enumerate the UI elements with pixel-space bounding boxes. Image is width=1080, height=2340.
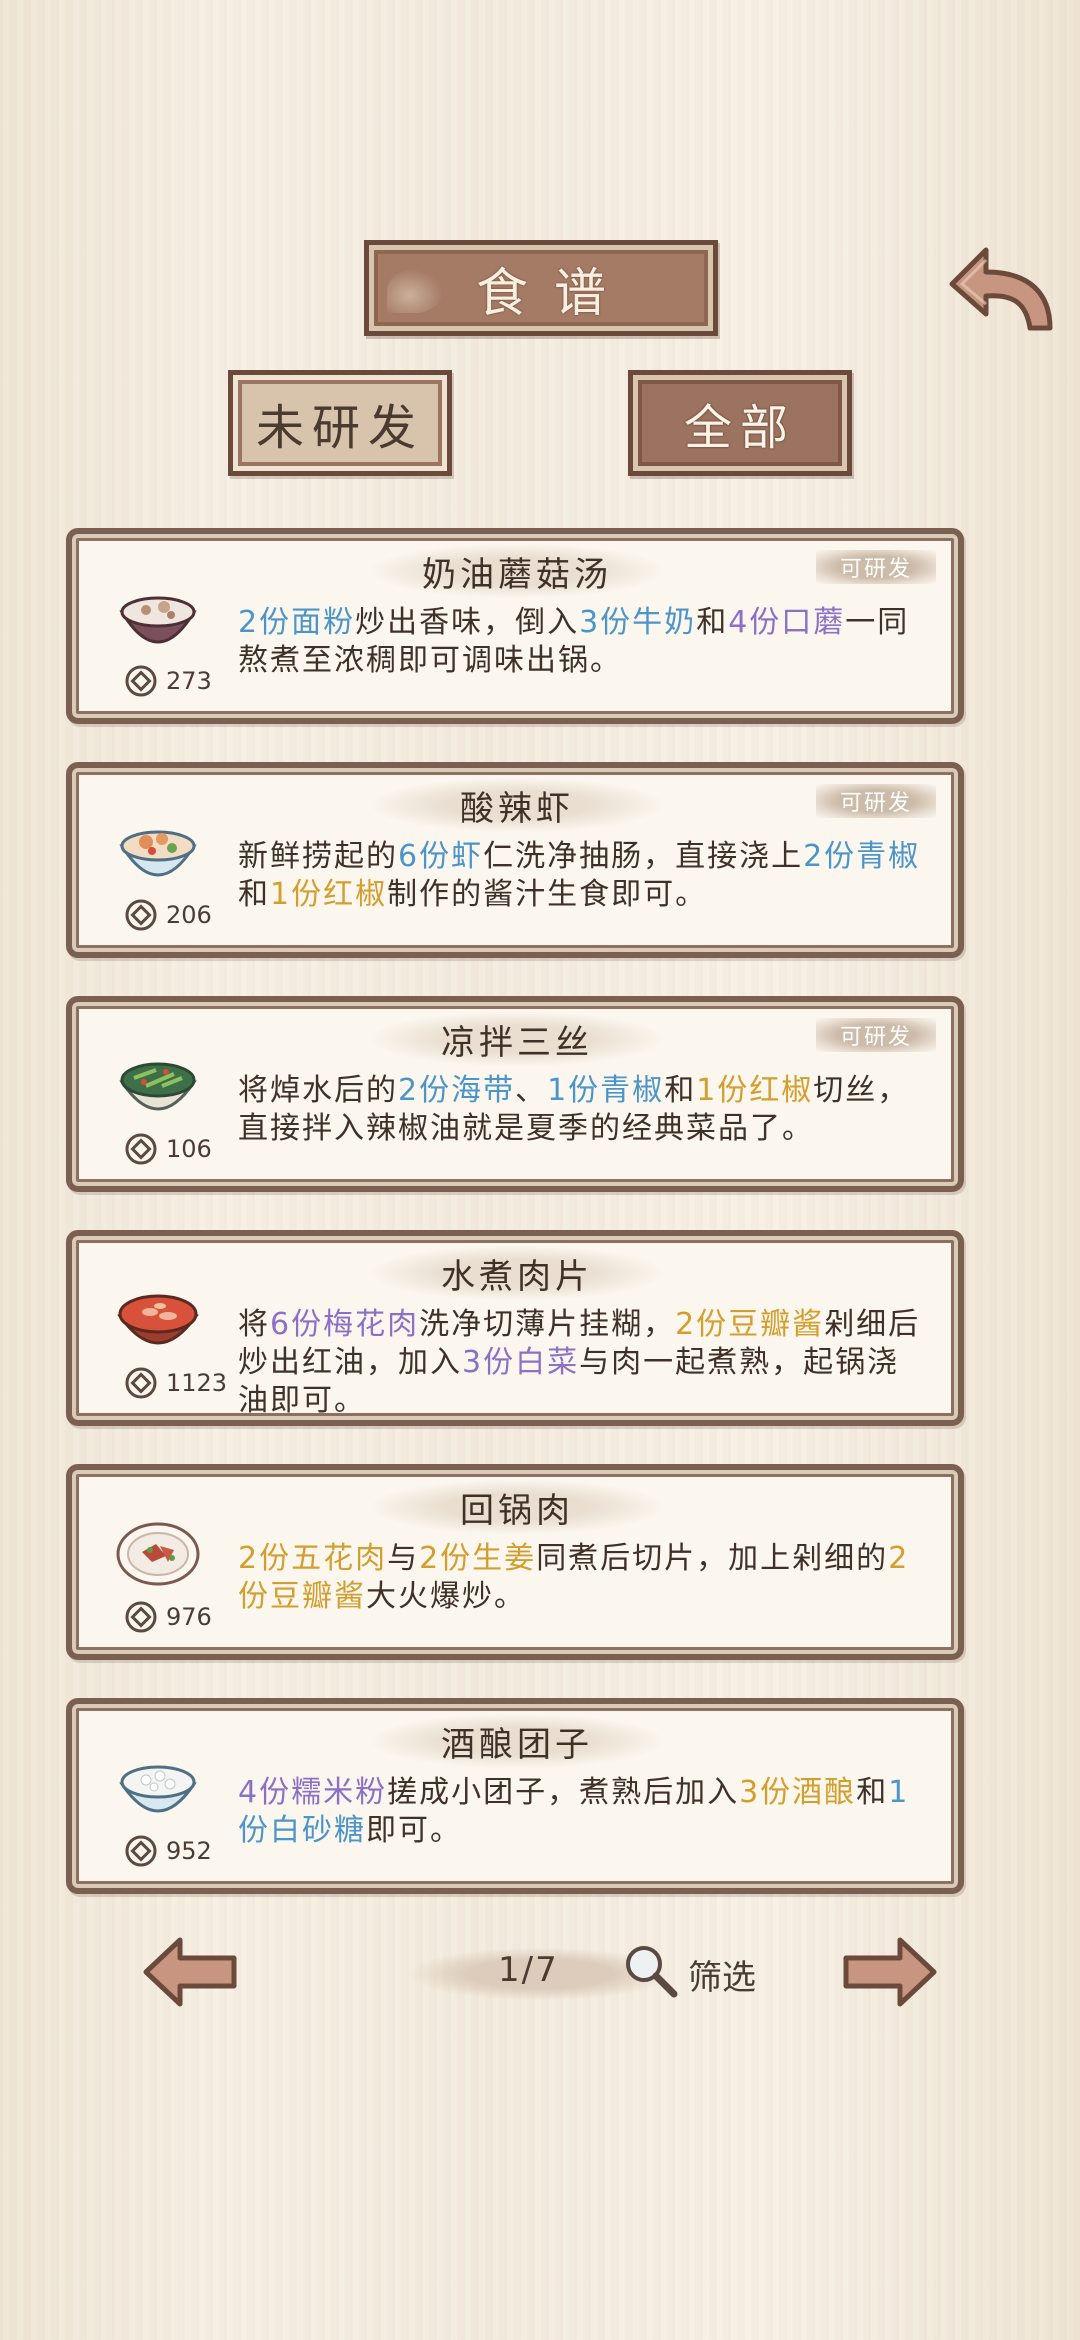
back-arrow-icon[interactable] <box>946 240 1058 340</box>
boiled-pork-icon <box>117 1294 199 1345</box>
recipe-title-band: 凉拌三丝 <box>372 1012 662 1066</box>
recipe-card[interactable]: 奶油蘑菇汤 可研发 273 2份面粉炒出香味，倒入3份牛奶和4份口蘑一同熬煮至浓… <box>66 528 964 724</box>
description-text: 与 <box>387 1541 420 1576</box>
recipe-title-band: 酒酿团子 <box>372 1714 662 1768</box>
description-text: 同煮后切片，加上剁细的 <box>536 1541 889 1576</box>
recipe-card[interactable]: 酸辣虾 可研发 206 新鲜捞起的6份虾仁洗净抽肠，直接浇上2份青椒和1份红椒制… <box>66 762 964 958</box>
recipe-name: 回锅肉 <box>460 1490 574 1531</box>
magnifier-icon[interactable] <box>620 1940 680 2000</box>
recipe-card[interactable]: 水煮肉片 1123 将6份梅花肉洗净切薄片挂糊，2份豆瓣酱剁细后炒出红油，加入3… <box>66 1230 964 1426</box>
price-value: 206 <box>166 901 212 929</box>
recipe-card[interactable]: 回锅肉 976 2份五花肉与2份生姜同煮后切片，加上剁细的2份豆瓣酱大火爆炒。 <box>66 1464 964 1660</box>
description-text: 将焯水后的 <box>238 1073 398 1108</box>
recipe-title-band: 酸辣虾 <box>372 778 662 832</box>
ingredient-highlight: 3份白菜 <box>462 1345 580 1380</box>
ingredient-highlight: 6份梅花肉 <box>270 1307 420 1342</box>
recipe-description: 将6份梅花肉洗净切薄片挂糊，2份豆瓣酱剁细后炒出红油，加入3份白菜与肉一起煮熟，… <box>238 1306 928 1420</box>
coin-icon <box>125 665 157 697</box>
rice-dumpling-icon <box>119 1765 197 1813</box>
description-text: 新鲜捞起的 <box>238 839 398 874</box>
recipe-name: 酒酿团子 <box>441 1724 593 1765</box>
next-page-arrow-icon[interactable] <box>840 1934 940 2010</box>
recipe-list: 奶油蘑菇汤 可研发 273 2份面粉炒出香味，倒入3份牛奶和4份口蘑一同熬煮至浓… <box>66 528 964 1932</box>
recipe-description: 2份面粉炒出香味，倒入3份牛奶和4份口蘑一同熬煮至浓稠即可调味出锅。 <box>238 604 928 680</box>
recipe-card[interactable]: 酒酿团子 952 4份糯米粉搓成小团子，煮熟后加入3份酒酿和1份白砂糖即可。 <box>66 1698 964 1894</box>
researchable-badge: 可研发 <box>816 1018 936 1052</box>
price-value: 273 <box>166 667 212 695</box>
coin-icon <box>125 1133 157 1165</box>
price-value: 976 <box>166 1603 212 1631</box>
description-text: 、 <box>515 1073 548 1108</box>
coin-icon <box>125 1601 157 1633</box>
coin-icon <box>125 1367 157 1399</box>
description-text: 和 <box>664 1073 697 1108</box>
page-title: 食谱 <box>475 263 632 324</box>
recipe-card[interactable]: 凉拌三丝 可研发 106 将焯水后的2份海带、1份青椒和1份红椒切丝，直接拌入辣… <box>66 996 964 1192</box>
price-value: 106 <box>166 1135 212 1163</box>
recipe-name: 凉拌三丝 <box>441 1022 593 1063</box>
twice-cooked-pork-icon <box>116 1522 200 1586</box>
recipe-title-band: 奶油蘑菇汤 <box>372 544 662 598</box>
recipe-description: 新鲜捞起的6份虾仁洗净抽肠，直接浇上2份青椒和1份红椒制作的酱汁生食即可。 <box>238 838 928 914</box>
description-text: 仁洗净抽肠，直接浇上 <box>483 839 804 874</box>
recipe-name: 酸辣虾 <box>460 788 574 829</box>
ingredient-highlight: 3份酒酿 <box>739 1775 857 1810</box>
description-text: 将 <box>238 1307 270 1342</box>
description-text: 制作的酱汁生食即可。 <box>387 877 708 912</box>
description-text: 和 <box>696 605 729 640</box>
cold-salad-icon <box>119 1062 197 1111</box>
previous-page-arrow-icon[interactable] <box>140 1934 240 2010</box>
coin-icon <box>125 899 157 931</box>
description-text: 洗净切薄片挂糊， <box>419 1307 676 1342</box>
ingredient-highlight: 2份生姜 <box>419 1541 537 1576</box>
ingredient-highlight: 2份豆瓣酱 <box>675 1307 825 1342</box>
researchable-badge: 可研发 <box>816 550 936 584</box>
description-text: 和 <box>856 1775 889 1810</box>
recipe-name: 水煮肉片 <box>441 1256 593 1297</box>
coin-icon <box>125 1835 157 1867</box>
researchable-badge: 可研发 <box>816 784 936 818</box>
recipe-book-title-plaque: 食谱 <box>364 240 718 336</box>
description-text: 大火爆炒。 <box>366 1579 526 1614</box>
page-indicator: 1/7 <box>498 1950 559 1990</box>
ingredient-highlight: 2份海带 <box>398 1073 516 1108</box>
pagination-bar: 1/7 筛选 <box>0 1930 1080 2020</box>
price-value: 1123 <box>166 1369 228 1397</box>
ingredient-highlight: 1份红椒 <box>696 1073 814 1108</box>
recipe-description: 4份糯米粉搓成小团子，煮熟后加入3份酒酿和1份白砂糖即可。 <box>238 1774 928 1850</box>
ingredient-highlight: 4份糯米粉 <box>238 1775 388 1810</box>
ingredient-highlight: 2份青椒 <box>803 839 921 874</box>
ingredient-highlight: 2份五花肉 <box>238 1541 388 1576</box>
recipe-title-band: 回锅肉 <box>372 1480 662 1534</box>
price-value: 952 <box>166 1837 212 1865</box>
ingredient-highlight: 1份红椒 <box>270 877 388 912</box>
spicy-shrimp-icon <box>119 830 197 877</box>
recipe-description: 2份五花肉与2份生姜同煮后切片，加上剁细的2份豆瓣酱大火爆炒。 <box>238 1540 928 1616</box>
ingredient-highlight: 3份牛奶 <box>579 605 697 640</box>
filter-button[interactable]: 筛选 <box>688 1950 756 1999</box>
ingredient-highlight: 2份面粉 <box>238 605 356 640</box>
recipe-description: 将焯水后的2份海带、1份青椒和1份红椒切丝，直接拌入辣椒油就是夏季的经典菜品了。 <box>238 1072 928 1148</box>
description-text: 和 <box>238 877 270 912</box>
ingredient-highlight: 4份口蘑 <box>728 605 846 640</box>
description-text: 搓成小团子，煮熟后加入 <box>387 1775 740 1810</box>
ingredient-highlight: 1份青椒 <box>547 1073 665 1108</box>
tab-unresearched[interactable]: 未研发 <box>228 370 452 476</box>
recipe-name: 奶油蘑菇汤 <box>422 554 612 595</box>
recipe-title-band: 水煮肉片 <box>372 1246 662 1300</box>
mushroom-soup-icon <box>119 596 197 644</box>
leaf-decoration <box>387 269 443 313</box>
ingredient-highlight: 6份虾 <box>398 839 484 874</box>
tab-all[interactable]: 全部 <box>628 370 852 476</box>
description-text: 炒出香味，倒入 <box>355 605 580 640</box>
description-text: 即可。 <box>366 1813 462 1848</box>
